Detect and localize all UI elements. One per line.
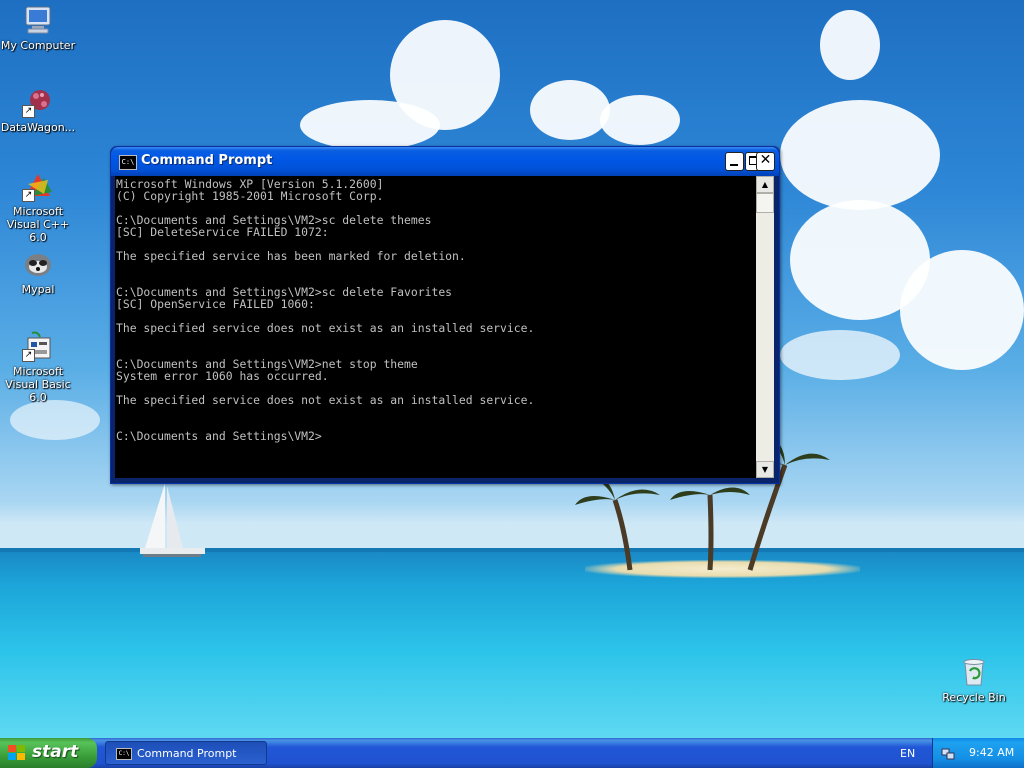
cloud [780,330,900,380]
visual-cpp-icon: ↗ [22,170,54,202]
close-button[interactable]: ✕ [756,152,775,171]
mypal-icon [22,248,54,280]
recycle-bin-icon [958,656,990,688]
system-tray: 9:42 AM [932,738,1024,768]
desktop-icon-label: Recycle Bin [942,691,1006,704]
cloud [900,250,1024,370]
shortcut-arrow-icon: ↗ [22,349,35,362]
taskbar-item-label: Command Prompt [137,747,237,760]
cloud [10,400,100,440]
cloud [780,100,940,210]
command-prompt-window[interactable]: C:\ Command Prompt ✕ Microsoft Windows X… [110,146,780,484]
cloud [820,10,880,80]
desktop-icon-mypal[interactable]: Mypal [0,248,76,296]
taskbar: start C:\ Command Prompt EN 9:42 AM [0,738,1024,768]
console-output[interactable]: Microsoft Windows XP [Version 5.1.2600] … [115,176,756,478]
language-indicator[interactable]: EN [900,747,915,760]
scroll-thumb[interactable] [756,193,774,213]
console-text: Microsoft Windows XP [Version 5.1.2600] … [116,177,535,443]
start-button[interactable]: start [0,738,97,768]
title-bar[interactable]: C:\ Command Prompt ✕ [111,147,779,176]
desktop-icon-visual-basic[interactable]: ↗ Microsoft Visual Basic 6.0 [0,330,76,404]
cloud [600,95,680,145]
cloud [530,80,610,140]
minimize-button[interactable] [725,152,744,171]
desktop-icon-recycle-bin[interactable]: Recycle Bin [936,656,1012,704]
start-label: start [32,742,79,762]
desktop-icon-my-computer[interactable]: My Computer [0,4,76,52]
desktop-icon-label: DataWagon... [0,121,76,134]
desktop-icon-visual-cpp[interactable]: ↗ Microsoft Visual C++ 6.0 [0,170,76,244]
scroll-up-button[interactable]: ▲ [756,176,774,193]
clock[interactable]: 9:42 AM [969,746,1014,759]
desktop-icon-label: Microsoft Visual C++ 6.0 [6,205,70,244]
scroll-down-button[interactable]: ▼ [756,461,774,478]
shortcut-arrow-icon: ↗ [22,105,35,118]
desktop-icon-label: Microsoft Visual Basic 6.0 [5,365,71,404]
network-icon[interactable] [941,746,955,760]
sea [0,548,1024,738]
close-icon: ✕ [759,152,772,168]
shortcut-arrow-icon: ↗ [22,189,35,202]
desktop-icon-label: My Computer [0,39,76,52]
sailboat [140,483,205,557]
minimize-icon [730,164,738,166]
my-computer-icon [22,4,54,36]
cloud [390,20,500,130]
taskbar-item-command-prompt[interactable]: C:\ Command Prompt [105,741,267,765]
window-title: Command Prompt [141,153,273,168]
console-app-icon: C:\ [116,748,132,760]
visual-basic-icon: ↗ [22,330,54,362]
windows-logo-icon [8,745,26,761]
desktop-icon-label: Mypal [21,283,55,296]
desktop-icon-datawagon[interactable]: ↗ DataWagon... [0,86,76,134]
datawagon-icon: ↗ [22,86,54,118]
console-app-icon[interactable]: C:\ [119,155,137,170]
vertical-scrollbar[interactable]: ▲ ▼ [756,176,774,478]
